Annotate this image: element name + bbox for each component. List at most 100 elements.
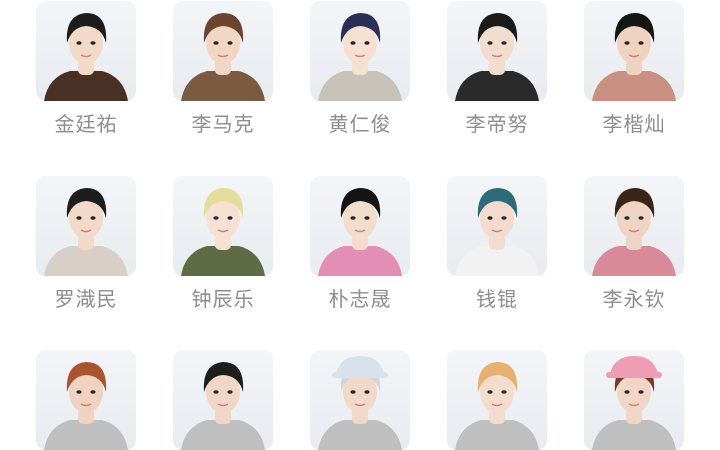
member-card[interactable]: 李永钦 [584, 176, 686, 313]
member-name: 钟辰乐 [191, 287, 255, 311]
clothing-shape [44, 420, 128, 450]
eye-shape [350, 216, 356, 220]
portrait-illustration [181, 188, 265, 276]
eye-shape [501, 390, 507, 394]
eye-shape [638, 390, 644, 394]
portrait-illustration [318, 356, 402, 450]
member-name: 李帝努 [465, 112, 529, 136]
member-photo[interactable] [584, 176, 684, 276]
member-photo[interactable] [310, 1, 410, 101]
portrait-illustration [44, 13, 128, 101]
member-photo[interactable] [36, 1, 136, 101]
portrait-illustration [455, 362, 539, 450]
hat-brim-shape [332, 372, 388, 378]
member-card[interactable]: 罗渽民 [36, 176, 138, 313]
eye-shape [364, 216, 370, 220]
eye-shape [364, 390, 370, 394]
member-card[interactable] [447, 350, 549, 450]
eye-shape [227, 390, 233, 394]
member-name: 朴志晟 [328, 287, 392, 311]
portrait-illustration [455, 188, 539, 276]
eye-shape [638, 216, 644, 220]
portrait-illustration [318, 188, 402, 276]
member-card[interactable] [584, 350, 686, 450]
eye-shape [624, 390, 630, 394]
eye-shape [487, 41, 493, 45]
portrait-illustration [44, 362, 128, 450]
member-photo[interactable] [310, 176, 410, 276]
member-photo[interactable] [447, 176, 547, 276]
member-card[interactable]: 金廷祐 [36, 1, 138, 138]
clothing-shape [592, 246, 676, 276]
eye-shape [624, 216, 630, 220]
hat-shape [336, 356, 384, 374]
eye-shape [213, 390, 219, 394]
member-name: 金廷祐 [54, 112, 118, 136]
portrait-illustration [592, 356, 676, 450]
eye-shape [76, 41, 82, 45]
member-card[interactable] [36, 350, 138, 450]
eye-shape [501, 216, 507, 220]
portrait-illustration [592, 13, 676, 101]
eye-shape [227, 41, 233, 45]
member-card[interactable]: 李马克 [173, 1, 275, 138]
clothing-shape [592, 420, 676, 450]
eye-shape [624, 41, 630, 45]
member-card[interactable]: 朴志晟 [310, 176, 412, 313]
member-card[interactable]: 李楷灿 [584, 1, 686, 138]
eye-shape [501, 41, 507, 45]
member-photo[interactable] [173, 350, 273, 450]
member-photo[interactable] [584, 350, 684, 450]
member-photo[interactable] [447, 1, 547, 101]
member-card[interactable]: 黄仁俊 [310, 1, 412, 138]
eye-shape [487, 216, 493, 220]
clothing-shape [318, 246, 402, 276]
clothing-shape [318, 420, 402, 450]
eye-shape [350, 41, 356, 45]
portrait-illustration [181, 13, 265, 101]
clothing-shape [181, 420, 265, 450]
member-photo[interactable] [447, 350, 547, 450]
clothing-shape [455, 420, 539, 450]
eye-shape [76, 390, 82, 394]
member-photo[interactable] [310, 350, 410, 450]
member-name: 李楷灿 [602, 112, 666, 136]
member-card[interactable] [173, 350, 275, 450]
member-name: 黄仁俊 [328, 112, 392, 136]
member-photo[interactable] [584, 1, 684, 101]
clothing-shape [455, 246, 539, 276]
eye-shape [487, 390, 493, 394]
eye-shape [364, 41, 370, 45]
portrait-illustration [592, 188, 676, 276]
eye-shape [227, 216, 233, 220]
member-card[interactable]: 钟辰乐 [173, 176, 275, 313]
eye-shape [213, 216, 219, 220]
portrait-illustration [318, 13, 402, 101]
portrait-illustration [44, 188, 128, 276]
eye-shape [90, 41, 96, 45]
clothing-shape [592, 71, 676, 101]
eye-shape [76, 216, 82, 220]
member-name: 罗渽民 [54, 287, 118, 311]
member-photo[interactable] [173, 176, 273, 276]
member-grid: 金廷祐 李马克 黄仁俊 李帝努 李楷灿 罗渽民 钟辰乐 朴志晟 钱锟 李永钦 [0, 0, 720, 450]
eye-shape [213, 41, 219, 45]
clothing-shape [181, 246, 265, 276]
clothing-shape [455, 71, 539, 101]
member-photo[interactable] [36, 176, 136, 276]
eye-shape [638, 41, 644, 45]
eye-shape [90, 216, 96, 220]
member-name: 钱锟 [476, 287, 518, 311]
hat-shape [610, 356, 658, 374]
member-name: 李永钦 [602, 287, 666, 311]
member-card[interactable] [310, 350, 412, 450]
clothing-shape [181, 71, 265, 101]
member-photo[interactable] [36, 350, 136, 450]
portrait-illustration [181, 362, 265, 450]
member-card[interactable]: 李帝努 [447, 1, 549, 138]
clothing-shape [318, 71, 402, 101]
member-card[interactable]: 钱锟 [447, 176, 549, 313]
member-name: 李马克 [191, 112, 255, 136]
clothing-shape [44, 246, 128, 276]
member-photo[interactable] [173, 1, 273, 101]
